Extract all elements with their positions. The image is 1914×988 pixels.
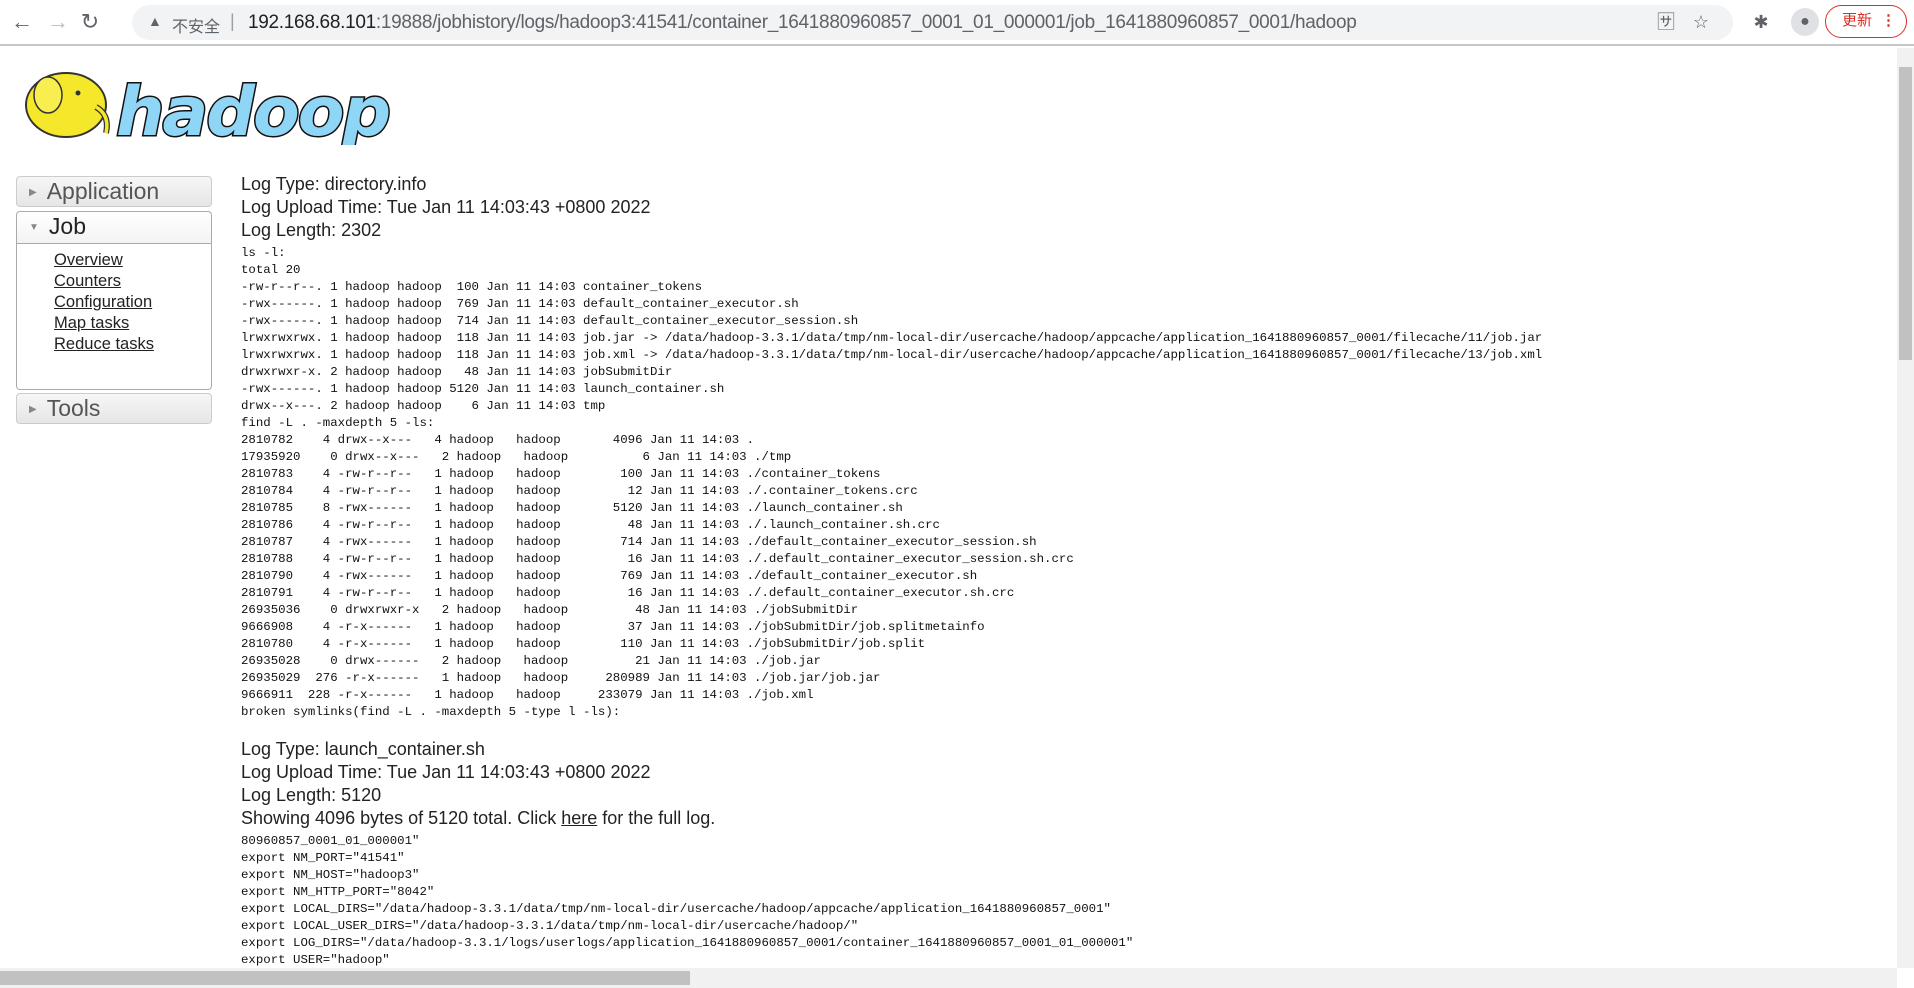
log-line: 2810787 4 -rwx------ 1 hadoop hadoop 714… — [241, 535, 1037, 549]
hadoop-logo[interactable]: hadoop — [18, 55, 390, 145]
sidebar-link-counters[interactable]: Counters — [54, 271, 211, 292]
url-host: 192.168.68.101 — [248, 12, 376, 33]
log-upload-time: Log Upload Time: Tue Jan 11 14:03:43 +08… — [241, 197, 651, 217]
log-line: ls -l: — [241, 246, 286, 260]
security-label[interactable]: 不安全 — [172, 13, 220, 37]
browser-toolbar: ← → ↻ ▲ 不安全 | 192.168.68.101:19888/jobhi… — [0, 0, 1914, 46]
log-truncation-notice: Showing 4096 bytes of 5120 total. Click … — [241, 807, 715, 830]
horizontal-scroll-thumb[interactable] — [0, 971, 690, 985]
extensions-icon[interactable]: ✱ — [1747, 8, 1775, 36]
log-line: export LOCAL_DIRS="/data/hadoop-3.3.1/da… — [241, 902, 1111, 916]
log-line: export LOCAL_USER_DIRS="/data/hadoop-3.3… — [241, 919, 859, 933]
log-line: export LOG_DIRS="/data/hadoop-3.3.1/logs… — [241, 936, 1134, 950]
log-line: export USER="hadoop" — [241, 953, 390, 967]
log-line: 26935028 0 drwx------ 2 hadoop hadoop 21… — [241, 654, 821, 668]
log-line: 2810790 4 -rwx------ 1 hadoop hadoop 769… — [241, 569, 978, 583]
log-line: 2810784 4 -rw-r--r-- 1 hadoop hadoop 12 … — [241, 484, 918, 498]
log-line: export NM_HOST="hadoop3" — [241, 868, 420, 882]
log-type: Log Type: launch_container.sh — [241, 739, 485, 759]
url-text[interactable]: 192.168.68.101:19888/jobhistory/logs/had… — [248, 12, 1357, 34]
update-button[interactable]: 更新 ⋮ — [1825, 5, 1907, 38]
log-upload-time: Log Upload Time: Tue Jan 11 14:03:43 +08… — [241, 762, 651, 782]
log-line: find -L . -maxdepth 5 -ls: — [241, 416, 435, 430]
log-length: Log Length: 5120 — [241, 785, 382, 805]
log-line: drwxrwxr-x. 2 hadoop hadoop 48 Jan 11 14… — [241, 365, 673, 379]
vertical-scrollbar[interactable] — [1897, 48, 1914, 968]
log-line: -rwx------. 1 hadoop hadoop 5120 Jan 11 … — [241, 382, 725, 396]
sidebar-application-label: Application — [46, 178, 160, 204]
sidebar-tools-label: Tools — [46, 395, 101, 421]
log-line: export NM_HTTP_PORT="8042" — [241, 885, 435, 899]
showing-prefix: Showing 4096 bytes of 5120 total. Click — [241, 808, 562, 828]
log-line: lrwxrwxrwx. 1 hadoop hadoop 118 Jan 11 1… — [241, 348, 1543, 362]
log-type: Log Type: directory.info — [241, 174, 427, 194]
log-line: 2810788 4 -rw-r--r-- 1 hadoop hadoop 16 … — [241, 552, 1074, 566]
caret-right-icon: ▶ — [29, 404, 37, 416]
profile-avatar-icon[interactable]: ● — [1791, 8, 1819, 36]
log-line: 2810782 4 drwx--x--- 4 hadoop hadoop 409… — [241, 433, 755, 447]
sidebar-link-reduce-tasks[interactable]: Reduce tasks — [54, 334, 211, 355]
log-body: 80960857_0001_01_000001"export NM_PORT="… — [241, 833, 1133, 969]
sidebar-application[interactable]: ▶ Application — [16, 176, 212, 207]
log-line: 2810783 4 -rw-r--r-- 1 hadoop hadoop 100… — [241, 467, 881, 481]
log-line: 9666908 4 -r-x------ 1 hadoop hadoop 37 … — [241, 620, 985, 634]
sidebar-job: ▼ Job Overview Counters Configuration Map… — [16, 211, 212, 390]
log-line: 2810791 4 -rw-r--r-- 1 hadoop hadoop 16 … — [241, 586, 1015, 600]
log-line: 2810780 4 -r-x------ 1 hadoop hadoop 110… — [241, 637, 926, 651]
back-button[interactable]: ← — [10, 10, 34, 34]
svg-text:hadoop: hadoop — [116, 73, 389, 145]
sidebar-job-header[interactable]: ▼ Job — [17, 212, 211, 244]
horizontal-scrollbar[interactable] — [0, 968, 1897, 988]
log-line: -rwx------. 1 hadoop hadoop 769 Jan 11 1… — [241, 297, 799, 311]
log-line: -rw-r--r--. 1 hadoop hadoop 100 Jan 11 1… — [241, 280, 703, 294]
translate-icon[interactable]: 🈂 — [1652, 8, 1680, 36]
caret-right-icon: ▶ — [29, 187, 37, 199]
reload-button[interactable]: ↻ — [78, 10, 102, 34]
log-line: export NM_PORT="41541" — [241, 851, 405, 865]
forward-button[interactable]: → — [46, 10, 70, 34]
log-line: broken symlinks(find -L . -maxdepth 5 -t… — [241, 705, 621, 719]
showing-suffix: for the full log. — [597, 808, 716, 828]
warning-icon[interactable]: ▲ — [148, 13, 162, 29]
log-line: lrwxrwxrwx. 1 hadoop hadoop 118 Jan 11 1… — [241, 331, 1543, 345]
log-line: 2810785 8 -rwx------ 1 hadoop hadoop 512… — [241, 501, 903, 515]
sidebar-link-configuration[interactable]: Configuration — [54, 292, 211, 313]
sidebar-tools[interactable]: ▶ Tools — [16, 393, 212, 424]
sidebar-link-overview[interactable]: Overview — [54, 250, 211, 271]
vertical-scroll-thumb[interactable] — [1899, 67, 1912, 360]
log-body: ls -l: total 20 -rw-r--r--. 1 hadoop hadoo… — [241, 245, 1542, 721]
log-line: 80960857_0001_01_000001" — [241, 834, 420, 848]
log-line: 26935029 276 -r-x------ 1 hadoop hadoop … — [241, 671, 881, 685]
star-icon[interactable]: ☆ — [1687, 8, 1715, 36]
log-line: 17935920 0 drwx--x--- 2 hadoop hadoop 6 … — [241, 450, 792, 464]
full-log-link[interactable]: here — [561, 808, 597, 828]
url-path: :19888/jobhistory/logs/hadoop3:41541/con… — [375, 12, 1357, 33]
log-line: 9666911 228 -r-x------ 1 hadoop hadoop 2… — [241, 688, 814, 702]
log-line: 2810786 4 -rw-r--r-- 1 hadoop hadoop 48 … — [241, 518, 940, 532]
log-line: -rwx------. 1 hadoop hadoop 714 Jan 11 1… — [241, 314, 859, 328]
log-length: Log Length: 2302 — [241, 220, 382, 240]
log-line: 26935036 0 drwxrwxr-x 2 hadoop hadoop 48… — [241, 603, 859, 617]
address-bar[interactable]: ▲ 不安全 | 192.168.68.101:19888/jobhistory/… — [132, 5, 1733, 40]
update-label: 更新 — [1842, 12, 1873, 29]
log-line: total 20 — [241, 263, 301, 277]
sidebar-link-map-tasks[interactable]: Map tasks — [54, 313, 211, 334]
sidebar-job-label: Job — [48, 213, 86, 239]
separator: | — [230, 11, 235, 31]
caret-down-icon: ▼ — [29, 222, 39, 234]
menu-icon: ⋮ — [1881, 12, 1896, 29]
log-line: drwx--x---. 2 hadoop hadoop 6 Jan 11 14:… — [241, 399, 606, 413]
